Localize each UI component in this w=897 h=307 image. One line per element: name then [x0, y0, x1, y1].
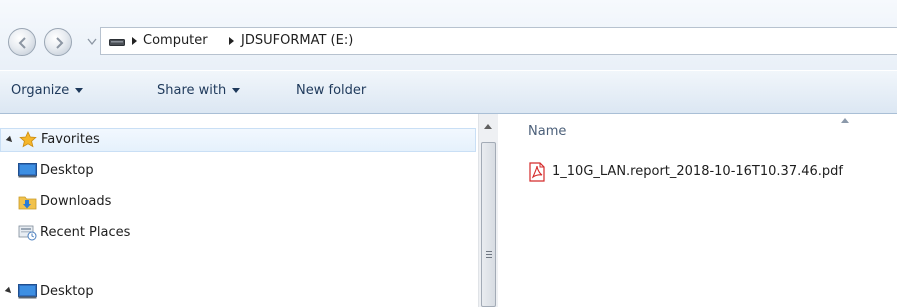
command-bar: Organize Share with New folder [0, 70, 897, 114]
navigation-pane-scrollbar[interactable] [478, 114, 498, 307]
recent-places-icon [18, 225, 37, 241]
tree-label-favorites: Favorites [41, 132, 100, 147]
tree-item-recent-places[interactable]: Recent Places [0, 221, 476, 245]
grip-line [486, 257, 492, 258]
tree-label-desktop: Desktop [40, 163, 94, 178]
new-folder-button[interactable]: New folder [296, 83, 366, 98]
star-icon [19, 131, 37, 148]
column-header-name[interactable]: Name [528, 124, 566, 139]
breadcrumb-computer[interactable]: Computer [143, 33, 208, 48]
share-with-button[interactable]: Share with [157, 83, 241, 98]
forward-arrow-icon [56, 37, 64, 49]
tree-item-favorites[interactable]: Favorites [0, 128, 476, 152]
tree-item-downloads[interactable]: Downloads [0, 190, 476, 214]
grip-line [486, 254, 492, 255]
breadcrumb-separator-icon[interactable] [132, 37, 137, 45]
breadcrumb-drive[interactable]: JDSUFORMAT (E:) [241, 33, 353, 48]
share-with-label: Share with [157, 83, 227, 98]
tree-item-desktop[interactable]: Desktop [0, 159, 476, 183]
tree-label-recent-places: Recent Places [40, 225, 131, 240]
organize-button[interactable]: Organize [11, 83, 84, 98]
grip-line [486, 251, 492, 252]
scrollbar-thumb[interactable] [481, 142, 496, 307]
tree-label-downloads: Downloads [40, 194, 112, 209]
address-bar-area: Computer JDSUFORMAT (E:) [0, 0, 897, 70]
scroll-up-icon[interactable] [484, 124, 492, 129]
downloads-folder-icon [18, 196, 37, 210]
sort-ascending-icon [841, 118, 849, 123]
organize-label: Organize [11, 83, 70, 98]
expand-arrow-icon[interactable] [4, 286, 14, 296]
tree-item-desktop-root[interactable]: Desktop [0, 280, 476, 304]
recent-pages-dropdown-icon[interactable] [87, 38, 97, 46]
chevron-down-icon [232, 88, 241, 93]
chevron-down-icon [75, 88, 84, 93]
file-list: Name 1_10G_LAN.report_2018-10-16T10.37.4… [498, 114, 897, 307]
back-button[interactable] [8, 28, 36, 56]
navigation-pane: Favorites Desktop Downloads Recent Place… [0, 114, 478, 307]
breadcrumb-separator-icon[interactable] [229, 37, 234, 45]
back-arrow-icon [18, 37, 26, 49]
expand-arrow-icon[interactable] [5, 135, 15, 145]
desktop-icon [18, 163, 37, 178]
drive-icon [109, 39, 125, 46]
forward-button[interactable] [44, 28, 72, 56]
desktop-icon [18, 284, 37, 299]
pdf-icon [529, 162, 545, 182]
file-name: 1_10G_LAN.report_2018-10-16T10.37.46.pdf [552, 164, 843, 179]
address-box[interactable]: Computer JDSUFORMAT (E:) [100, 27, 897, 55]
tree-label-desktop-root: Desktop [40, 284, 94, 299]
